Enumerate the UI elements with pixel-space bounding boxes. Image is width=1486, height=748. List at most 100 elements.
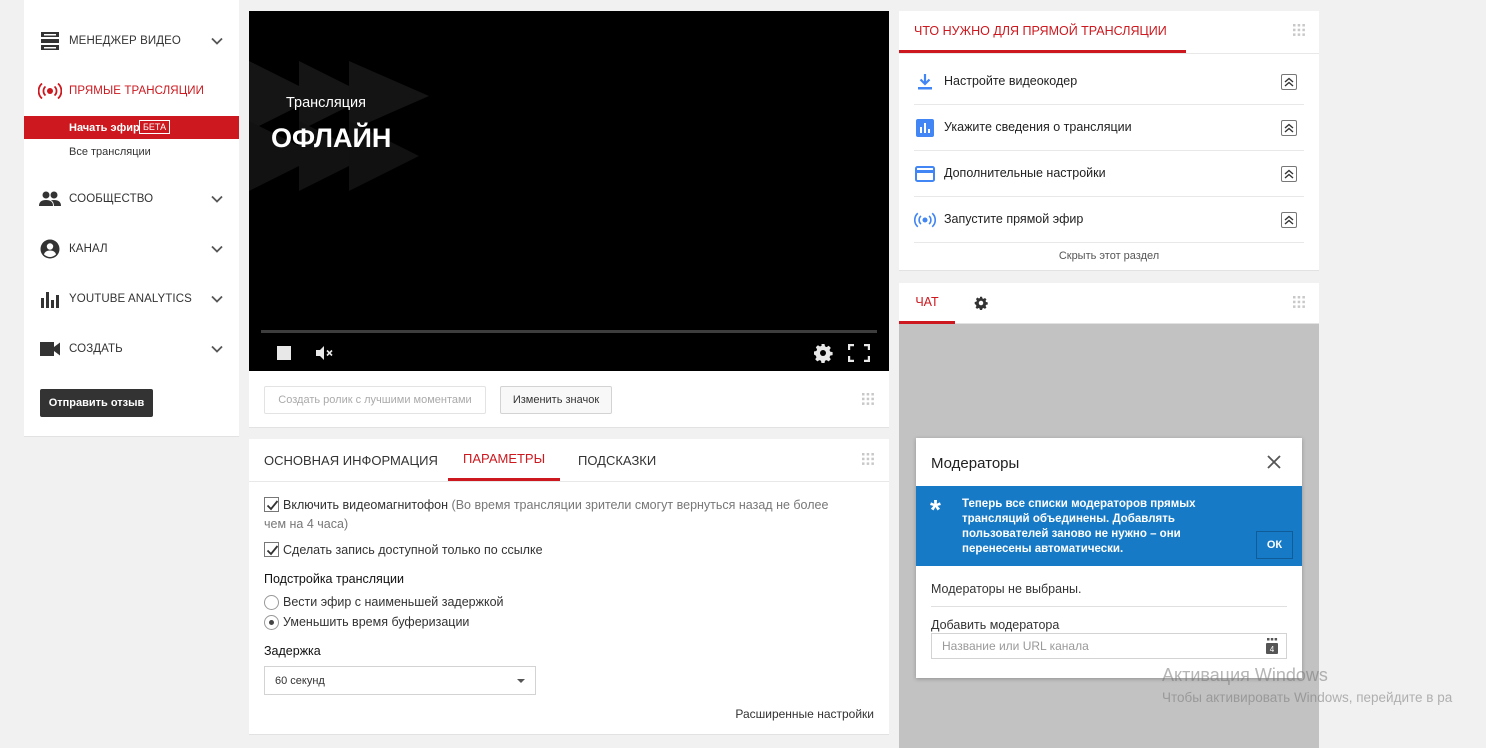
lowest-latency-radio[interactable] xyxy=(264,595,279,610)
checklist-item-label: Запустите прямой эфир xyxy=(944,212,1084,226)
checklist-item-encoder[interactable]: Настройте видеокодер xyxy=(914,59,1304,105)
analytics-icon xyxy=(38,287,62,311)
checklist-item-details[interactable]: Укажите сведения о трансляции xyxy=(914,105,1304,151)
sidebar-subitem-start-stream[interactable]: Начать эфир БЕТА xyxy=(24,116,239,139)
live-broadcast-icon xyxy=(38,79,62,103)
moderators-dialog: Модераторы * Теперь все списки модератор… xyxy=(916,438,1302,678)
stop-icon xyxy=(277,346,291,360)
tab-divider xyxy=(249,481,889,482)
community-icon xyxy=(38,187,62,211)
windows-activation-title: Активация Windows xyxy=(1162,665,1328,685)
stream-settings-card: ОСНОВНАЯ ИНФОРМАЦИЯ ПАРАМЕТРЫ ПОДСКАЗКИ … xyxy=(249,439,889,735)
lowest-latency-label: Вести эфир с наименьшей задержкой xyxy=(283,595,504,609)
chevron-down-icon[interactable] xyxy=(210,242,224,256)
svg-text:4: 4 xyxy=(1270,645,1275,654)
expand-toggle-icon[interactable] xyxy=(1281,212,1297,228)
no-moderators-text: Модераторы не выбраны. xyxy=(931,582,1082,596)
sidebar-item-label: ПРЯМЫЕ ТРАНСЛЯЦИИ xyxy=(69,85,205,97)
expand-toggle-icon[interactable] xyxy=(1281,166,1297,182)
delay-select-value: 60 секунд xyxy=(275,674,325,687)
contacts-card-icon[interactable]: 4 xyxy=(1263,637,1281,655)
close-icon[interactable] xyxy=(1266,454,1282,470)
card-icon xyxy=(914,163,936,185)
drag-handle-icon[interactable] xyxy=(1292,295,1306,309)
checklist-item-advanced[interactable]: Дополнительные настройки xyxy=(914,151,1304,197)
moderator-search-input[interactable]: Название или URL канала 4 xyxy=(931,633,1287,659)
sidebar-item-create[interactable]: СОЗДАТЬ xyxy=(24,334,239,364)
expand-toggle-icon[interactable] xyxy=(1281,74,1297,90)
sidebar-item-video-manager[interactable]: МЕНЕДЖЕР ВИДЕО xyxy=(24,26,239,56)
drag-handle-icon[interactable] xyxy=(1292,23,1306,37)
dropdown-caret-icon xyxy=(517,679,525,683)
download-icon xyxy=(914,71,936,93)
input-placeholder: Название или URL канала xyxy=(942,639,1089,653)
sidebar-subitem-label: Все трансляции xyxy=(69,145,151,158)
broadcast-icon xyxy=(914,209,936,231)
checklist-divider xyxy=(899,53,1319,54)
reduce-buffering-label: Уменьшить время буферизации xyxy=(283,615,470,629)
tab-chat[interactable]: ЧАТ xyxy=(899,283,955,324)
chevron-down-icon[interactable] xyxy=(210,342,224,356)
chevron-down-icon[interactable] xyxy=(210,192,224,206)
channel-icon xyxy=(38,237,62,261)
tab-parameters[interactable]: ПАРАМЕТРЫ xyxy=(448,439,561,481)
windows-activation-text: Чтобы активировать Windows, перейдите в … xyxy=(1162,690,1453,705)
gear-icon[interactable] xyxy=(974,296,988,310)
sidebar-item-community[interactable]: СООБЩЕСТВО xyxy=(24,184,239,214)
video-player[interactable]: Трансляция ОФЛАЙН xyxy=(249,11,889,371)
live-checklist-card: ЧТО НУЖНО ДЛЯ ПРЯМОЙ ТРАНСЛЯЦИИ Настройт… xyxy=(899,11,1319,271)
chevron-down-icon[interactable] xyxy=(210,292,224,306)
delay-heading: Задержка xyxy=(264,644,321,658)
sidebar-item-live[interactable]: ПРЯМЫЕ ТРАНСЛЯЦИИ xyxy=(24,76,239,106)
stop-button[interactable] xyxy=(272,341,296,365)
checklist-item-start-live[interactable]: Запустите прямой эфир xyxy=(914,197,1304,243)
chat-header: ЧАТ xyxy=(899,283,1319,324)
info-notice: * Теперь все списки модераторов прямых т… xyxy=(916,486,1302,566)
stream-status-value: ОФЛАЙН xyxy=(271,123,392,153)
tab-basic-info[interactable]: ОСНОВНАЯ ИНФОРМАЦИЯ xyxy=(264,439,438,481)
fullscreen-button[interactable] xyxy=(847,341,871,365)
sidebar-item-label: YOUTUBE ANALYTICS xyxy=(69,293,192,305)
unlisted-label: Сделать запись доступной только по ссылк… xyxy=(283,543,543,557)
mute-button[interactable] xyxy=(313,341,337,365)
dialog-divider xyxy=(931,606,1287,607)
player-actions-bar: Создать ролик с лучшими моментами Измени… xyxy=(249,371,889,428)
checklist-item-label: Дополнительные настройки xyxy=(944,166,1106,180)
change-thumbnail-button[interactable]: Изменить значок xyxy=(500,386,612,414)
hide-section-link[interactable]: Скрыть этот раздел xyxy=(899,250,1319,262)
drag-handle-icon[interactable] xyxy=(861,452,875,466)
chevron-down-icon[interactable] xyxy=(210,34,224,48)
send-feedback-button[interactable]: Отправить отзыв xyxy=(40,389,153,417)
expand-toggle-icon[interactable] xyxy=(1281,120,1297,136)
checkmark-icon xyxy=(266,500,279,511)
asterisk-icon: * xyxy=(930,494,941,525)
advanced-settings-link[interactable]: Расширенные настройки xyxy=(735,707,874,721)
video-manager-icon xyxy=(38,29,62,53)
settings-button[interactable] xyxy=(811,341,835,365)
sidebar-item-analytics[interactable]: YOUTUBE ANALYTICS xyxy=(24,284,239,314)
sidebar-subitem-all-streams[interactable]: Все трансляции xyxy=(24,140,239,163)
sidebar-item-label: СООБЩЕСТВО xyxy=(69,193,154,205)
beta-badge: БЕТА xyxy=(139,120,171,134)
tab-tips[interactable]: ПОДСКАЗКИ xyxy=(578,439,656,481)
notice-text: Теперь все списки модераторов прямых тра… xyxy=(962,498,1196,555)
dvr-hint-continued: чем на 4 часа) xyxy=(264,517,349,531)
delay-select[interactable]: 60 секунд xyxy=(264,666,536,695)
checkmark-icon xyxy=(266,545,279,556)
create-highlights-button[interactable]: Создать ролик с лучшими моментами xyxy=(264,386,486,414)
sidebar-item-channel[interactable]: КАНАЛ xyxy=(24,234,239,264)
sidebar: МЕНЕДЖЕР ВИДЕО ПРЯМЫЕ ТРАНСЛЯЦИИ Начать … xyxy=(24,0,239,437)
add-moderator-label: Добавить модератора xyxy=(931,618,1060,632)
drag-handle-icon[interactable] xyxy=(861,392,875,406)
dialog-title: Модераторы xyxy=(931,455,1020,472)
sidebar-item-label: СОЗДАТЬ xyxy=(69,343,123,355)
dvr-checkbox[interactable] xyxy=(264,497,279,512)
ok-button[interactable]: ОК xyxy=(1256,531,1293,559)
gear-icon xyxy=(814,344,833,363)
progress-bar[interactable] xyxy=(261,330,877,333)
muted-speaker-icon xyxy=(316,346,333,360)
checklist-item-label: Укажите сведения о трансляции xyxy=(944,120,1132,134)
reduce-buffering-radio[interactable] xyxy=(264,615,279,630)
dvr-hint: (Во время трансляции зрители смогут верн… xyxy=(451,498,829,512)
unlisted-checkbox[interactable] xyxy=(264,542,279,557)
